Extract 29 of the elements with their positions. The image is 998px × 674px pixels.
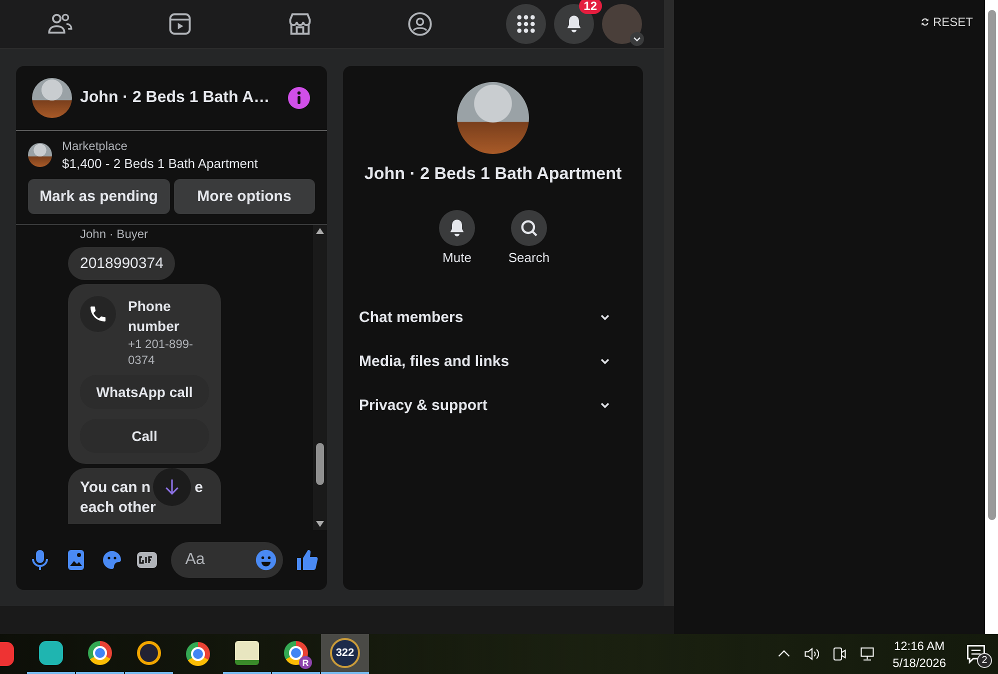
chat-title: John · 2 Beds 1 Bath A… <box>80 89 271 107</box>
contact-title: Phone number <box>128 297 180 336</box>
reset-button[interactable]: RESET <box>920 15 973 29</box>
clock-date[interactable]: 5/18/2026 <box>892 656 946 670</box>
listing-action-button[interactable]: Mark as pending <box>28 179 170 214</box>
section-toggle[interactable]: Chat members <box>359 295 627 339</box>
section-toggle[interactable]: Media, files and links <box>359 339 627 383</box>
message-field[interactable]: Aa <box>171 542 284 578</box>
clock-time[interactable]: 12:16 AM <box>894 638 945 652</box>
sender-label: John · Buyer <box>80 227 148 241</box>
listing-action-button[interactable]: More options <box>174 179 315 214</box>
notification-badge: 12 <box>578 0 602 14</box>
message-input[interactable]: Aa <box>183 550 252 570</box>
listing-source: Marketplace <box>62 139 128 153</box>
notification-count: 2 <box>977 653 992 668</box>
app-profile-badge: R <box>299 656 312 669</box>
taskbar-app[interactable]: R <box>272 634 320 674</box>
notice-text: each other <box>80 498 157 518</box>
conversation-name: John · 2 Beds 1 Bath Apartment <box>364 164 622 184</box>
call-option-button[interactable]: WhatsApp call <box>80 375 209 409</box>
call-option-button[interactable]: Call <box>80 419 209 453</box>
message-bubble: 2018990374 <box>68 247 176 280</box>
phone-number: +1 201-899-0374 <box>128 336 194 368</box>
app-badge-number: 322 <box>336 647 354 659</box>
listing-title: $1,400 - 2 Beds 1 Bath Apartment <box>62 156 258 171</box>
notice-text: e <box>194 478 203 498</box>
section-toggle[interactable]: Privacy & support <box>359 383 627 427</box>
taskbar-app[interactable]: 322 <box>321 634 369 674</box>
notice-text: You can n <box>80 478 151 498</box>
